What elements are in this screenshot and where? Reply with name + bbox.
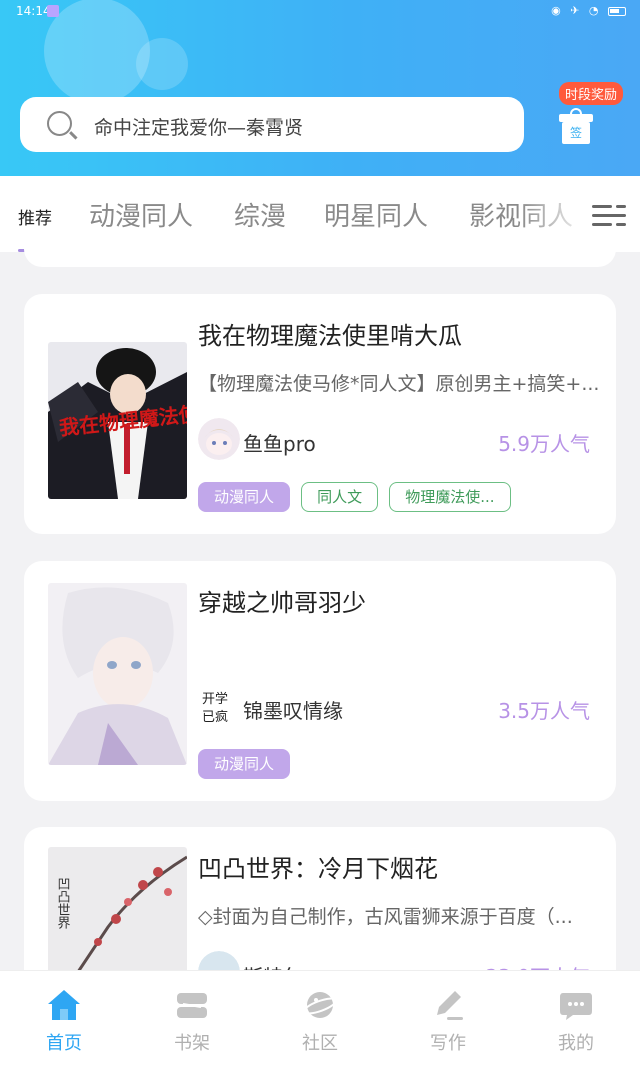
book-title: 我在物理魔法使里啃大瓜 bbox=[198, 322, 462, 350]
nav-label: 写作 bbox=[430, 1033, 466, 1054]
nav-home[interactable]: 首页 bbox=[0, 971, 128, 1067]
book-cover: 凹凸世界 bbox=[48, 847, 187, 987]
tag[interactable]: 物理魔法使... bbox=[389, 482, 511, 512]
book-title: 凹凸世界：冷月下烟花 bbox=[198, 855, 438, 883]
nav-me[interactable]: 我的 bbox=[512, 971, 640, 1067]
author-avatar bbox=[198, 418, 240, 460]
nav-label: 我的 bbox=[558, 1033, 594, 1054]
author-avatar: 开学 已疯 bbox=[198, 685, 238, 727]
nav-community[interactable]: 社区 bbox=[256, 971, 384, 1067]
nav-label: 社区 bbox=[302, 1033, 338, 1054]
cover-text: 凹凸世界 bbox=[55, 877, 71, 930]
reward-button[interactable]: 时段奖励 签 bbox=[559, 82, 625, 152]
status-bar: 14:14 ◉ ✈ ◔ bbox=[0, 0, 640, 24]
previous-card-edge bbox=[24, 238, 616, 267]
reward-badge: 时段奖励 bbox=[559, 82, 624, 105]
bottom-nav: 首页 书架 社区 写作 我的 bbox=[0, 970, 640, 1067]
author-name: 鱼鱼pro bbox=[243, 432, 316, 456]
gift-icon: 签 bbox=[559, 108, 593, 144]
book-title: 穿越之帅哥羽少 bbox=[198, 589, 366, 617]
tag-list: 动漫同人 同人文 物理魔法使... bbox=[198, 482, 517, 512]
nav-label: 书架 bbox=[174, 1033, 210, 1054]
book-cover bbox=[48, 583, 187, 765]
battery-icon bbox=[608, 6, 626, 16]
book-card[interactable]: 穿越之帅哥羽少 开学 已疯 锦墨叹情缘 3.5万人气 动漫同人 bbox=[24, 561, 616, 801]
search-suggestion: 命中注定我爱你—秦霄贤 bbox=[94, 117, 304, 139]
book-card[interactable]: 我在物理魔法使里啃大瓜 我在物理魔法使里啃大瓜 【物理魔法使马修*同人文】原创男… bbox=[24, 294, 616, 534]
tag[interactable]: 动漫同人 bbox=[198, 482, 291, 512]
chat-bubble-icon bbox=[559, 989, 593, 1021]
popularity: 5.9万人气 bbox=[498, 432, 590, 456]
gift-label: 签 bbox=[562, 122, 590, 144]
category-menu-icon[interactable] bbox=[592, 203, 626, 227]
tab-anime-mix[interactable]: 综漫 bbox=[234, 196, 286, 233]
status-icons: ◉ ✈ ◔ bbox=[551, 4, 626, 17]
tag-list: 动漫同人 bbox=[198, 749, 296, 779]
author-name: 锦墨叹情缘 bbox=[243, 699, 343, 723]
nav-write[interactable]: 写作 bbox=[384, 971, 512, 1067]
notification-icon bbox=[47, 5, 59, 17]
svg-text:已疯: 已疯 bbox=[202, 709, 228, 725]
tab-anime-fanfic[interactable]: 动漫同人 bbox=[89, 196, 193, 233]
tab-recommend[interactable]: 推荐 bbox=[18, 204, 52, 229]
nav-label: 首页 bbox=[46, 1033, 82, 1054]
pen-icon bbox=[431, 989, 465, 1021]
tag[interactable]: 动漫同人 bbox=[198, 749, 291, 779]
header: 14:14 ◉ ✈ ◔ 命中注定我爱你—秦霄贤 时段奖励 签 bbox=[0, 0, 640, 176]
book-desc: 【物理魔法使马修*同人文】原创男主+搞笑+... bbox=[198, 373, 600, 395]
tab-celebrity-fanfic[interactable]: 明星同人 bbox=[324, 196, 428, 233]
search-bar[interactable]: 命中注定我爱你—秦霄贤 bbox=[20, 97, 524, 152]
bookshelf-icon bbox=[175, 989, 209, 1021]
book-cover: 我在物理魔法使里啃大瓜 bbox=[48, 342, 187, 499]
popularity: 3.5万人气 bbox=[498, 699, 590, 723]
svg-text:开学: 开学 bbox=[202, 691, 228, 707]
home-icon bbox=[47, 989, 81, 1021]
nav-bookshelf[interactable]: 书架 bbox=[128, 971, 256, 1067]
tag[interactable]: 同人文 bbox=[301, 482, 379, 512]
planet-icon bbox=[302, 989, 338, 1021]
decor-bubble bbox=[136, 38, 188, 90]
status-time: 14:14 bbox=[16, 4, 51, 18]
book-desc: ◇封面为自己制作，古风雷狮来源于百度（... bbox=[198, 906, 573, 928]
search-icon bbox=[47, 111, 72, 136]
